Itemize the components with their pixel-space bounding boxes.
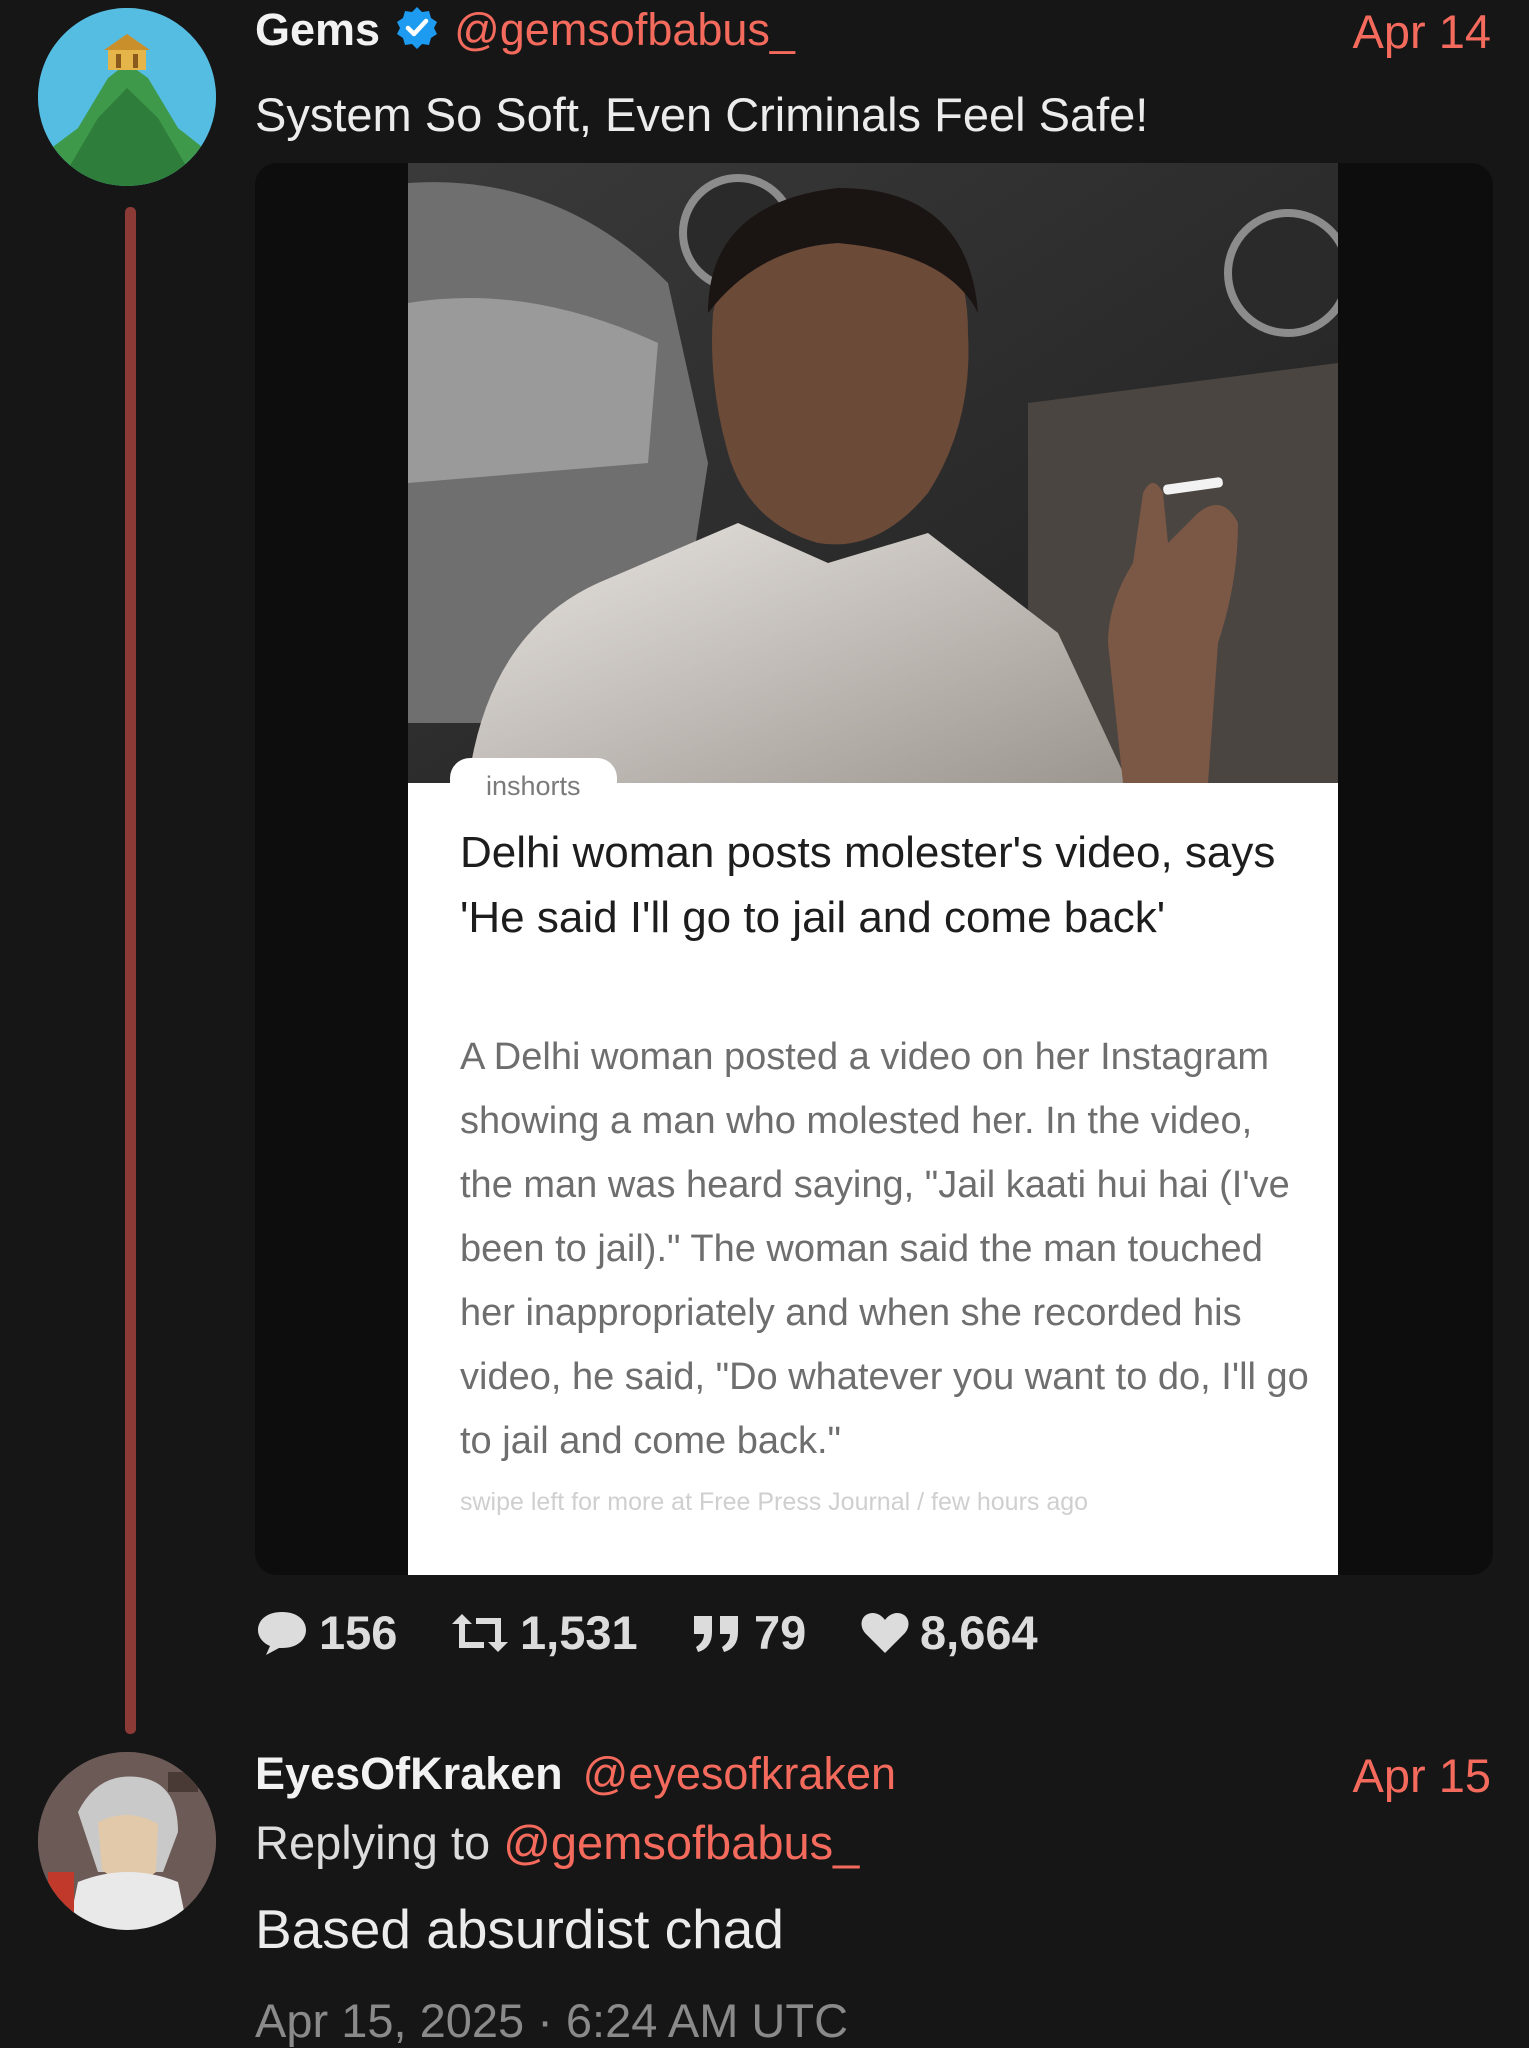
- reply-header: EyesOfKraken @eyesofkraken: [255, 1748, 896, 1800]
- tweet-date[interactable]: Apr 14: [1353, 4, 1491, 59]
- author-handle[interactable]: @gemsofbabus_: [454, 4, 795, 56]
- heart-icon: [860, 1610, 910, 1656]
- reply-text: Based absurdist chad: [255, 1898, 784, 1960]
- likes-count: 8,664: [920, 1606, 1038, 1659]
- reply-timestamp[interactable]: Apr 15, 2025 · 6:24 AM UTC: [255, 1993, 848, 2048]
- attached-photo[interactable]: [408, 163, 1338, 783]
- tweet-header: Gems @gemsofbabus_: [255, 4, 795, 56]
- quote-icon: [690, 1610, 744, 1656]
- reply-author-handle[interactable]: @eyesofkraken: [583, 1748, 896, 1800]
- source-tab: inshorts: [450, 758, 617, 808]
- article-body: A Delhi woman posted a video on her Inst…: [460, 1036, 1309, 1462]
- replying-to-line: Replying to @gemsofbabus_: [255, 1815, 859, 1870]
- quotes-stat[interactable]: 79: [690, 1605, 806, 1660]
- article-footer: swipe left for more at Free Press Journa…: [460, 1488, 1089, 1516]
- comments-count: 156: [319, 1606, 398, 1659]
- verified-badge-icon: [394, 5, 440, 56]
- reply-date[interactable]: Apr 15: [1353, 1748, 1491, 1803]
- replying-to-handle[interactable]: @gemsofbabus_: [503, 1816, 859, 1869]
- retweet-icon: [450, 1610, 510, 1656]
- comments-stat[interactable]: 156: [255, 1605, 397, 1660]
- avatar-eyesofkraken[interactable]: [38, 1752, 216, 1930]
- retweets-count: 1,531: [520, 1606, 638, 1659]
- replying-to-label: Replying to: [255, 1816, 491, 1869]
- comment-icon: [255, 1608, 309, 1658]
- article-headline: Delhi woman posts molester's video, says…: [460, 828, 1276, 942]
- likes-stat[interactable]: 8,664: [860, 1605, 1038, 1660]
- thread-line: [125, 207, 136, 1734]
- retweets-stat[interactable]: 1,531: [450, 1605, 638, 1660]
- quotes-count: 79: [754, 1606, 807, 1659]
- reply-author-name[interactable]: EyesOfKraken: [255, 1748, 563, 1800]
- author-name[interactable]: Gems: [255, 4, 380, 56]
- tweet-text: System So Soft, Even Criminals Feel Safe…: [255, 88, 1149, 141]
- avatar-gems[interactable]: [38, 8, 216, 186]
